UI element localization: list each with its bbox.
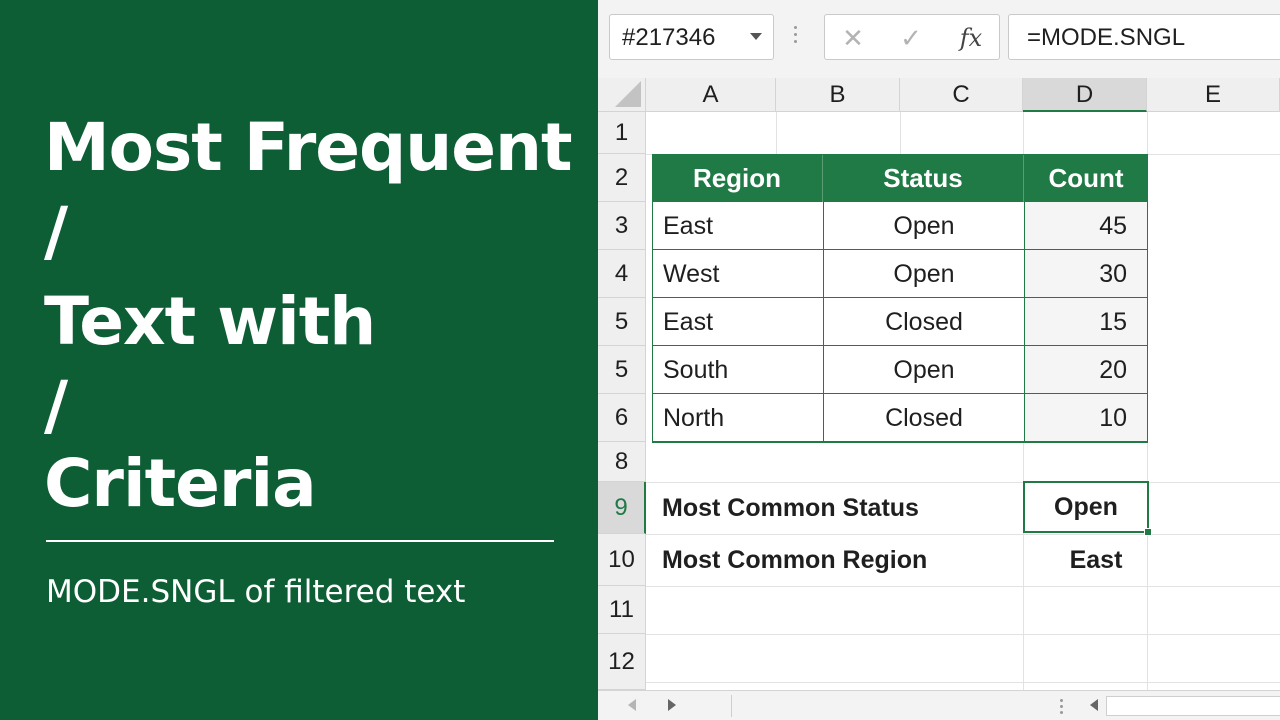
table-cell-count[interactable]: 30 xyxy=(1025,250,1147,298)
title-panel: Most Frequent / Text with / Criteria MOD… xyxy=(0,0,598,720)
row-header[interactable]: 2 xyxy=(598,154,646,202)
scroll-left-icon[interactable] xyxy=(628,699,636,711)
title-line-3: Text with xyxy=(44,283,376,360)
table-border xyxy=(652,297,1148,298)
row-header[interactable]: 11 xyxy=(598,586,646,634)
table-cell-count[interactable]: 20 xyxy=(1025,346,1147,394)
table-cell-region[interactable]: East xyxy=(653,298,823,346)
table-cell-count[interactable]: 45 xyxy=(1025,202,1147,250)
gridline xyxy=(646,682,1280,683)
column-header-a[interactable]: A xyxy=(646,78,776,112)
split-handle-icon[interactable] xyxy=(1060,699,1064,717)
table-border xyxy=(652,154,653,442)
select-all-button[interactable] xyxy=(598,78,646,112)
sheet-tab-bar xyxy=(598,690,1280,720)
insert-function-icon[interactable]: fx xyxy=(951,21,991,55)
table-border xyxy=(1024,202,1025,442)
summary-label-region: Most Common Region xyxy=(662,546,928,574)
cancel-icon[interactable]: ✕ xyxy=(833,21,873,55)
table-header-region[interactable]: Region xyxy=(652,154,823,202)
row-header[interactable]: 3 xyxy=(598,202,646,250)
column-header-c[interactable]: C xyxy=(900,78,1023,112)
table-border xyxy=(823,202,824,442)
table-cell-status[interactable]: Open xyxy=(824,346,1024,394)
table-border xyxy=(1147,154,1148,442)
row-header-active[interactable]: 9 xyxy=(598,482,646,534)
name-box[interactable]: #217346 xyxy=(609,14,774,60)
column-header-d[interactable]: D xyxy=(1023,78,1147,112)
formula-input[interactable]: =MODE.SNGL xyxy=(1008,14,1280,60)
gridline xyxy=(646,586,1280,587)
title-divider xyxy=(46,540,554,542)
row-header[interactable]: 10 xyxy=(598,534,646,586)
gridline xyxy=(646,534,1280,535)
spreadsheet-window: #217346 ✕ ✓ fx =MODE.SNGL A B C D E 1 2 … xyxy=(598,0,1280,720)
row-header[interactable]: 6 xyxy=(598,394,646,442)
divider xyxy=(731,695,732,717)
selected-cell-d9[interactable]: Open xyxy=(1023,481,1149,533)
table-header-count[interactable]: Count xyxy=(1024,154,1148,202)
subtitle: MODE.SNGL of filtered text xyxy=(46,574,466,610)
row-header[interactable]: 1 xyxy=(598,112,646,154)
table-cell-region[interactable]: South xyxy=(653,346,823,394)
table-header-status[interactable]: Status xyxy=(823,154,1024,202)
title-line-2: / xyxy=(44,193,68,270)
table-cell-status[interactable]: Open xyxy=(824,250,1024,298)
summary-value-region[interactable]: East xyxy=(1034,534,1158,586)
title-line-1: Most Frequent xyxy=(44,109,573,186)
table-border xyxy=(652,345,1148,346)
gridline xyxy=(776,112,777,154)
drag-handle-icon[interactable] xyxy=(794,26,798,48)
table-cell-count[interactable]: 15 xyxy=(1025,298,1147,346)
table-cell-region[interactable]: West xyxy=(653,250,823,298)
title-line-5: Criteria xyxy=(44,445,317,522)
row-header[interactable]: 5 xyxy=(598,346,646,394)
summary-label-status: Most Common Status xyxy=(662,494,919,522)
enter-icon[interactable]: ✓ xyxy=(891,21,931,55)
table-cell-count[interactable]: 10 xyxy=(1025,394,1147,442)
scroll-right-icon[interactable] xyxy=(668,699,676,711)
table-cell-status[interactable]: Open xyxy=(824,202,1024,250)
gridline xyxy=(900,112,901,154)
formula-buttons: ✕ ✓ fx xyxy=(824,14,1000,60)
row-header[interactable]: 8 xyxy=(598,442,646,482)
table-cell-status[interactable]: Closed xyxy=(824,394,1024,442)
formula-text: =MODE.SNGL xyxy=(1027,24,1186,51)
name-box-value: #217346 xyxy=(622,24,716,51)
row-header[interactable]: 4 xyxy=(598,250,646,298)
gridline xyxy=(646,634,1280,635)
column-header-b[interactable]: B xyxy=(776,78,900,112)
formula-bar: #217346 ✕ ✓ fx =MODE.SNGL xyxy=(598,0,1280,78)
chevron-down-icon[interactable] xyxy=(750,33,762,40)
table-border xyxy=(652,393,1148,394)
column-header-e[interactable]: E xyxy=(1147,78,1280,112)
table-border xyxy=(652,441,1148,443)
table-cell-status[interactable]: Closed xyxy=(824,298,1024,346)
table-cell-region[interactable]: North xyxy=(653,394,823,442)
table-cell-region[interactable]: East xyxy=(653,202,823,250)
row-header[interactable]: 12 xyxy=(598,634,646,690)
title-line-4: / xyxy=(44,367,68,444)
row-header[interactable]: 5 xyxy=(598,298,646,346)
gridline xyxy=(646,482,1280,483)
table-border xyxy=(652,154,1148,155)
horizontal-scrollbar[interactable] xyxy=(1106,696,1280,716)
table-border xyxy=(652,249,1148,250)
horizontal-scroll-left-icon[interactable] xyxy=(1090,699,1098,711)
